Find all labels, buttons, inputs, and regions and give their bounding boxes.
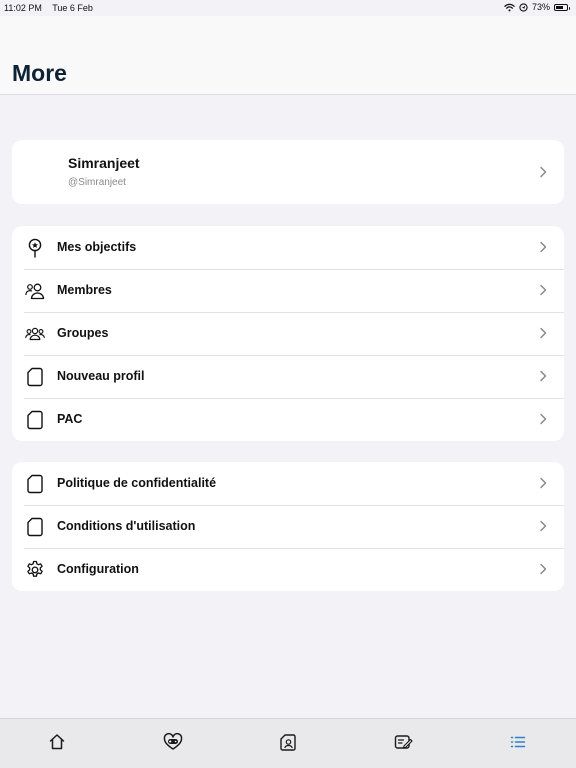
menu-item-label: Groupes bbox=[57, 326, 109, 340]
menu-item-conditions-utilisation[interactable]: Conditions d'utilisation bbox=[12, 505, 564, 548]
members-icon bbox=[25, 283, 45, 300]
status-time: 11:02 PM bbox=[4, 3, 42, 13]
tab-profile[interactable] bbox=[277, 731, 299, 753]
chevron-right-icon bbox=[540, 413, 547, 425]
menu-item-groupes[interactable]: Groupes bbox=[12, 312, 564, 355]
chevron-right-icon bbox=[540, 241, 547, 253]
home-icon bbox=[49, 734, 65, 750]
battery-percent: 73% bbox=[531, 2, 550, 12]
battery-fill bbox=[556, 5, 564, 9]
menu-item-pac[interactable]: PAC bbox=[12, 398, 564, 441]
menu-item-label: Mes objectifs bbox=[57, 240, 137, 254]
chevron-right-icon bbox=[540, 327, 547, 339]
chevron-right-icon bbox=[540, 166, 547, 178]
menu-item-label: PAC bbox=[57, 412, 83, 426]
page-title: More bbox=[12, 60, 67, 86]
goal-pin-icon bbox=[28, 238, 42, 258]
menu-item-nouveau-profil[interactable]: Nouveau profil bbox=[12, 355, 564, 398]
menu-item-politique-confidentialite[interactable]: Politique de confidentialité bbox=[12, 462, 564, 505]
location-icon bbox=[519, 2, 528, 12]
battery-icon bbox=[554, 3, 570, 11]
profile-card-icon bbox=[280, 734, 296, 751]
groups-icon bbox=[25, 327, 45, 341]
chevron-right-icon bbox=[540, 284, 547, 296]
status-bar: 11:02 PM Tue 6 Feb 73% bbox=[0, 0, 576, 16]
menu-item-label: Conditions d'utilisation bbox=[57, 519, 196, 533]
menu-item-membres[interactable]: Membres bbox=[12, 269, 564, 312]
document-icon bbox=[27, 367, 43, 387]
menu-item-label: Politique de confidentialité bbox=[57, 476, 217, 490]
tab-home[interactable] bbox=[46, 731, 68, 753]
chevron-right-icon bbox=[540, 370, 547, 382]
tab-notes[interactable] bbox=[392, 731, 414, 753]
navigation-header: More bbox=[0, 16, 576, 95]
menu-item-mes-objectifs[interactable]: Mes objectifs bbox=[12, 226, 564, 269]
chevron-right-icon bbox=[540, 563, 547, 575]
wifi-icon bbox=[504, 3, 515, 11]
tab-bar bbox=[0, 718, 576, 768]
gear-icon bbox=[27, 560, 43, 577]
profile-handle: @Simranjeet bbox=[68, 177, 126, 188]
document-icon bbox=[27, 410, 43, 430]
chevron-right-icon bbox=[540, 520, 547, 532]
menu-group-settings: Politique de confidentialité Conditions … bbox=[12, 462, 564, 591]
tab-more[interactable] bbox=[507, 731, 529, 753]
menu-item-label: Membres bbox=[57, 283, 112, 297]
profile-name: Simranjeet bbox=[68, 155, 140, 171]
chevron-right-icon bbox=[540, 477, 547, 489]
tab-wellness[interactable] bbox=[162, 731, 184, 753]
profile-row[interactable]: Simranjeet @Simranjeet bbox=[12, 140, 564, 204]
document-icon bbox=[27, 474, 43, 494]
list-icon bbox=[510, 736, 526, 748]
heart-gamepad-icon bbox=[163, 732, 183, 750]
edit-note-icon bbox=[394, 735, 413, 749]
menu-item-label: Nouveau profil bbox=[57, 369, 145, 383]
status-date: Tue 6 Feb bbox=[52, 3, 93, 13]
menu-item-configuration[interactable]: Configuration bbox=[12, 548, 564, 591]
menu-item-label: Configuration bbox=[57, 562, 139, 576]
document-icon bbox=[27, 517, 43, 537]
menu-group-main: Mes objectifs Membres Groupes Nouveau pr… bbox=[12, 226, 564, 441]
